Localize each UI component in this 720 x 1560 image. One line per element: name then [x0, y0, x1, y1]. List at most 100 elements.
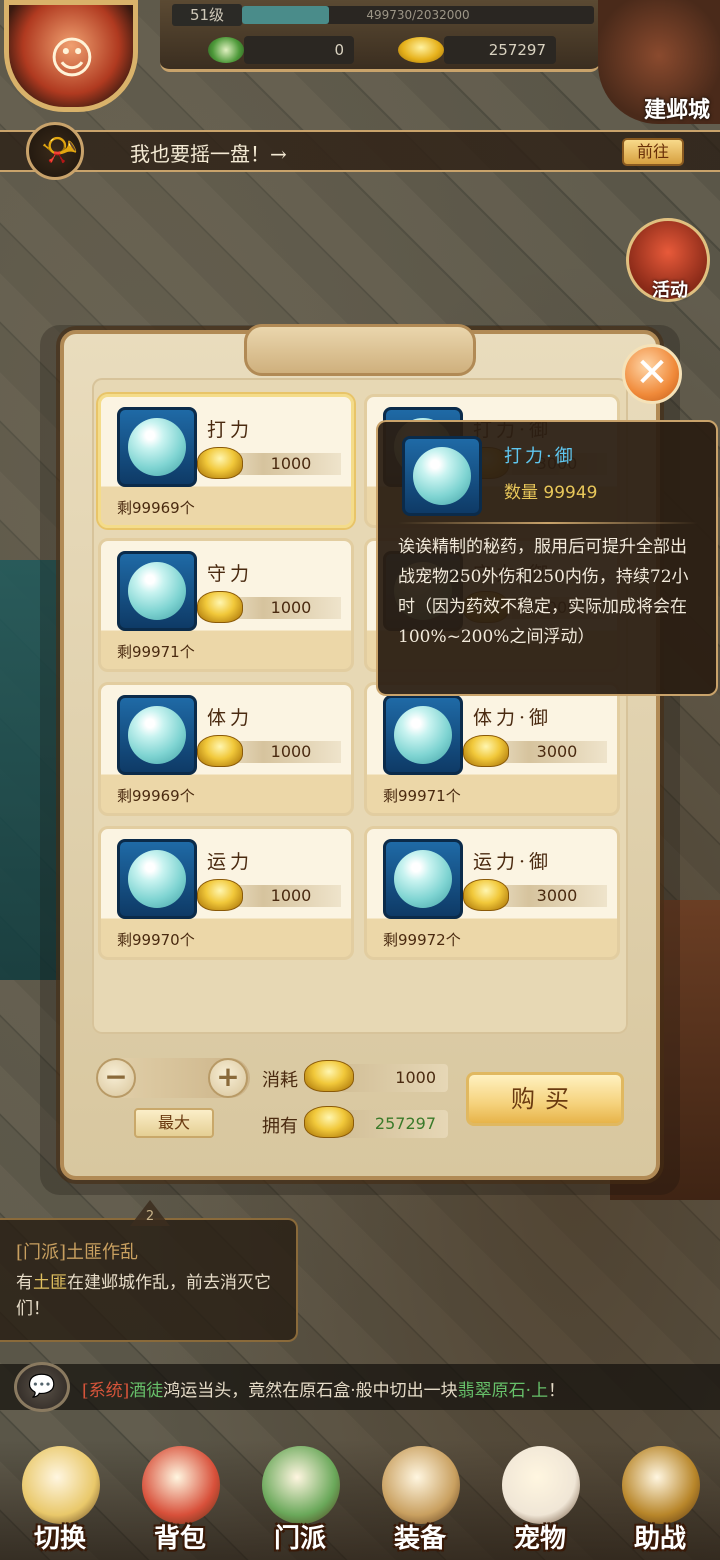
player-avatar[interactable]: ☺	[4, 0, 138, 112]
increase-button[interactable]: +	[208, 1058, 248, 1098]
item-icon	[117, 695, 197, 775]
cost-value: 1000	[340, 1064, 448, 1092]
tooltip-description: 诶诶精制的秘药，服用后可提升全部出战宠物250外伤和250内伤，持续72小时（因…	[398, 537, 689, 647]
buy-button[interactable]: 购买	[466, 1072, 624, 1126]
menu-assist[interactable]: 助战	[604, 1446, 716, 1556]
gold-ingot-icon	[463, 735, 509, 767]
goto-button[interactable]: 前往	[622, 138, 684, 166]
item-name: 体力·御	[473, 707, 553, 729]
panel-title-plaque	[244, 324, 476, 376]
gold-ingot-icon	[463, 879, 509, 911]
activity-label: 活动	[652, 280, 688, 301]
chat-text: 鸿运当头，竟然在原石盒·般中切出一块	[163, 1381, 458, 1401]
item-icon	[117, 407, 197, 487]
item-price: 1000	[270, 598, 312, 617]
own-label: 拥有	[262, 1116, 298, 1137]
gold-amount: 257297	[444, 36, 556, 64]
sect-icon	[262, 1446, 340, 1524]
gold-ingot-icon	[197, 447, 243, 479]
close-button[interactable]: ✕	[622, 344, 682, 404]
menu-switch[interactable]: 切换	[4, 1446, 116, 1556]
equipment-icon	[382, 1446, 460, 1524]
item-name: 运力	[207, 851, 254, 873]
menu-sect[interactable]: 门派	[244, 1446, 356, 1556]
item-name: 打力	[207, 419, 254, 441]
max-button[interactable]: 最大	[134, 1108, 214, 1138]
orb-icon	[128, 418, 186, 476]
item-remaining: 剩99969个	[117, 787, 195, 805]
shop-item-card[interactable]: 守力 1000 剩99971个	[98, 538, 354, 672]
quest-description: 有土匪在建邺城作乱，前去消灭它们！	[16, 1270, 292, 1322]
orb-icon	[413, 447, 471, 505]
shop-item-card[interactable]: 运力·御 3000 剩99972个	[364, 826, 620, 960]
gold-ingot-icon	[398, 37, 444, 63]
orb-icon	[128, 706, 186, 764]
decrease-button[interactable]: −	[96, 1058, 136, 1098]
chat-button[interactable]: 💬	[14, 1362, 70, 1412]
chat-channel: [系统]	[82, 1381, 130, 1401]
banner-text: 我也要摇一盘！→	[130, 142, 287, 166]
item-remaining: 剩99971个	[117, 643, 195, 661]
jade-amount: 0	[244, 36, 354, 64]
shop-item-card[interactable]: 运力 1000 剩99970个	[98, 826, 354, 960]
item-icon	[117, 551, 197, 631]
item-price: 3000	[536, 742, 578, 761]
chat-item-link[interactable]: 翡翠原石·上	[458, 1381, 548, 1401]
orb-icon	[128, 850, 186, 908]
shop-item-card[interactable]: 体力·御 3000 剩99971个	[364, 682, 620, 816]
quest-title: [门派]土匪作乱	[16, 1242, 139, 1263]
chat-bubble-icon: 💬	[28, 1374, 56, 1399]
menu-equipment[interactable]: 装备	[364, 1446, 476, 1556]
orb-icon	[394, 706, 452, 764]
item-icon	[383, 839, 463, 919]
item-name: 体力	[207, 707, 254, 729]
own-ingot-icon	[304, 1106, 354, 1138]
jade-coin-icon	[208, 37, 244, 63]
horn-icon: 📯	[41, 133, 79, 168]
item-name: 运力·御	[473, 851, 553, 873]
cost-ingot-icon	[304, 1060, 354, 1092]
item-icon	[383, 695, 463, 775]
item-price: 1000	[270, 886, 312, 905]
pet-icon	[502, 1446, 580, 1524]
announcement-banner	[0, 130, 720, 172]
horn-button[interactable]: 📯	[26, 122, 84, 180]
assist-icon	[622, 1446, 700, 1524]
gold-ingot-icon	[197, 591, 243, 623]
orb-icon	[128, 562, 186, 620]
menu-label: 背包	[153, 1524, 206, 1554]
menu-pet[interactable]: 宠物	[484, 1446, 596, 1556]
gold-ingot-icon	[197, 735, 243, 767]
orb-icon	[394, 850, 452, 908]
chat-player-name[interactable]: 酒徒	[129, 1381, 163, 1401]
item-remaining: 剩99971个	[383, 787, 461, 805]
exp-bar: 499730/2032000	[242, 6, 594, 24]
chat-message: [系统]酒徒鸿运当头，竟然在原石盒·般中切出一块翡翠原石·上！	[82, 1376, 565, 1401]
own-value: 257297	[340, 1110, 448, 1138]
shop-item-card[interactable]: 打力 1000 剩99969个	[98, 394, 354, 528]
exp-text: 499730/2032000	[366, 8, 470, 22]
cost-label: 消耗	[262, 1070, 298, 1091]
shop-item-card[interactable]: 体力 1000 剩99969个	[98, 682, 354, 816]
item-remaining: 剩99969个	[117, 499, 195, 517]
gold-ingot-icon	[197, 879, 243, 911]
menu-label: 助战	[633, 1524, 686, 1554]
switch-icon	[22, 1446, 100, 1524]
avatar-face-icon: ☺	[49, 33, 95, 84]
item-tooltip: 打力·御 数量 99949 诶诶精制的秘药，服用后可提升全部出战宠物250外伤和…	[376, 420, 718, 696]
item-remaining: 剩99970个	[117, 931, 195, 949]
chat-end: ！	[548, 1381, 566, 1401]
tooltip-divider	[398, 522, 698, 524]
tooltip-item-quantity: 数量 99949	[504, 483, 598, 503]
menu-label: 切换	[33, 1524, 86, 1554]
menu-backpack[interactable]: 背包	[124, 1446, 236, 1556]
tooltip-item-name: 打力·御	[504, 446, 576, 467]
quest-badge: 2	[130, 1200, 170, 1226]
quest-desc-prefix: 有	[16, 1273, 33, 1293]
city-label: 建邺城	[643, 98, 710, 123]
backpack-icon	[142, 1446, 220, 1524]
tooltip-item-icon	[402, 436, 482, 516]
item-price: 3000	[536, 886, 578, 905]
level-label: 51级	[172, 4, 242, 26]
menu-label: 门派	[273, 1524, 326, 1554]
